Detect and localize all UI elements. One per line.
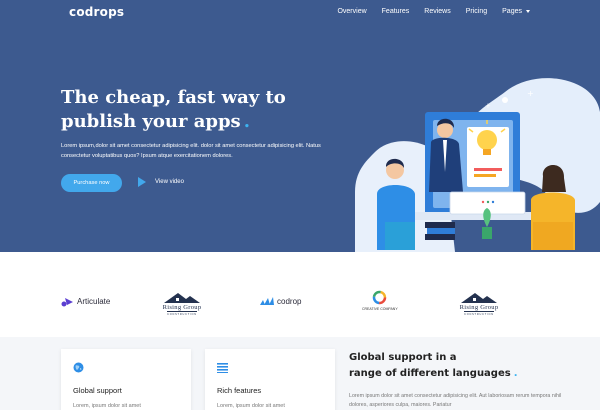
partner-articulate: Articulate: [61, 296, 110, 307]
team-illustration: + +: [355, 78, 600, 252]
rising-group-sub: CONSTRUCTION: [464, 311, 494, 316]
card-title: Global support: [73, 386, 122, 395]
articulate-logo-icon: [61, 298, 73, 307]
partner-creative-company: CREATIVE COMPANY: [362, 290, 398, 311]
card-text: Lorem, ipsum dolor sit amet: [217, 403, 285, 409]
feature-card-rich-features[interactable]: Rich features Lorem, ipsum dolor sit ame…: [205, 349, 335, 410]
support-heading-accent: .: [513, 368, 518, 379]
play-icon: [138, 177, 146, 187]
view-video-link[interactable]: View video: [138, 177, 184, 187]
codrop-wordmark: codrop: [277, 296, 302, 306]
codrop-logo-icon: [260, 297, 274, 305]
nav-pages-label: Pages: [502, 8, 522, 15]
card-title: Rich features: [217, 386, 262, 395]
list-icon: [217, 363, 228, 373]
nav-overview[interactable]: Overview: [337, 8, 366, 15]
support-heading-line2: range of different languages: [349, 368, 511, 379]
view-video-label: View video: [155, 179, 184, 185]
purchase-now-button[interactable]: Purchase now: [61, 174, 122, 192]
feature-card-global-support[interactable]: Global support Lorem, ipsum dolor sit am…: [61, 349, 191, 410]
hero-title: The cheap, fast way to publish your apps…: [61, 86, 291, 134]
site-logo[interactable]: codrops: [69, 5, 124, 19]
svg-text:+: +: [527, 89, 534, 98]
hero-title-line1: The cheap, fast way to: [61, 87, 286, 108]
rising-group-name: Rising Group: [459, 304, 499, 311]
globe-icon: [73, 362, 84, 373]
nav-features[interactable]: Features: [382, 8, 410, 15]
hero-section: codrops Overview Features Reviews Pricin…: [0, 0, 600, 252]
partner-logos: Articulate Rising Group CONSTRUCTION cod…: [0, 252, 600, 347]
hero-description: Lorem ipsum,dolor sit amet consectetur a…: [61, 143, 321, 159]
nav-pricing[interactable]: Pricing: [466, 8, 487, 15]
card-text: Lorem, ipsum dolor sit amet: [73, 403, 141, 409]
support-heading: Global support in a range of different l…: [349, 350, 569, 382]
svg-text:+: +: [485, 102, 491, 110]
support-heading-line1: Global support in a: [349, 352, 457, 363]
caret-down-icon: [526, 9, 530, 13]
partner-codrop: codrop: [260, 296, 301, 306]
support-description: Lorem ipsum dolor sit amet consectetur a…: [349, 393, 562, 408]
rising-group-name: Rising Group: [162, 304, 202, 311]
top-nav: codrops Overview Features Reviews Pricin…: [0, 0, 600, 26]
partner-rising-group-2: Rising Group CONSTRUCTION: [457, 290, 501, 316]
creative-ring-icon: [373, 290, 387, 305]
hero-title-line2: publish your apps: [61, 111, 241, 132]
creative-company-wordmark: CREATIVE COMPANY: [362, 307, 398, 311]
rising-roof-icon: [461, 293, 497, 303]
nav-pages-dropdown[interactable]: Pages: [502, 8, 530, 15]
hero-title-accent: .: [243, 111, 250, 132]
rising-group-sub: CONSTRUCTION: [167, 311, 197, 316]
articulate-wordmark: Articulate: [77, 297, 111, 306]
partner-rising-group: Rising Group CONSTRUCTION: [160, 290, 204, 316]
nav-links: Overview Features Reviews Pricing Pages: [322, 8, 530, 15]
nav-reviews[interactable]: Reviews: [424, 8, 450, 15]
rising-roof-icon: [164, 293, 200, 303]
